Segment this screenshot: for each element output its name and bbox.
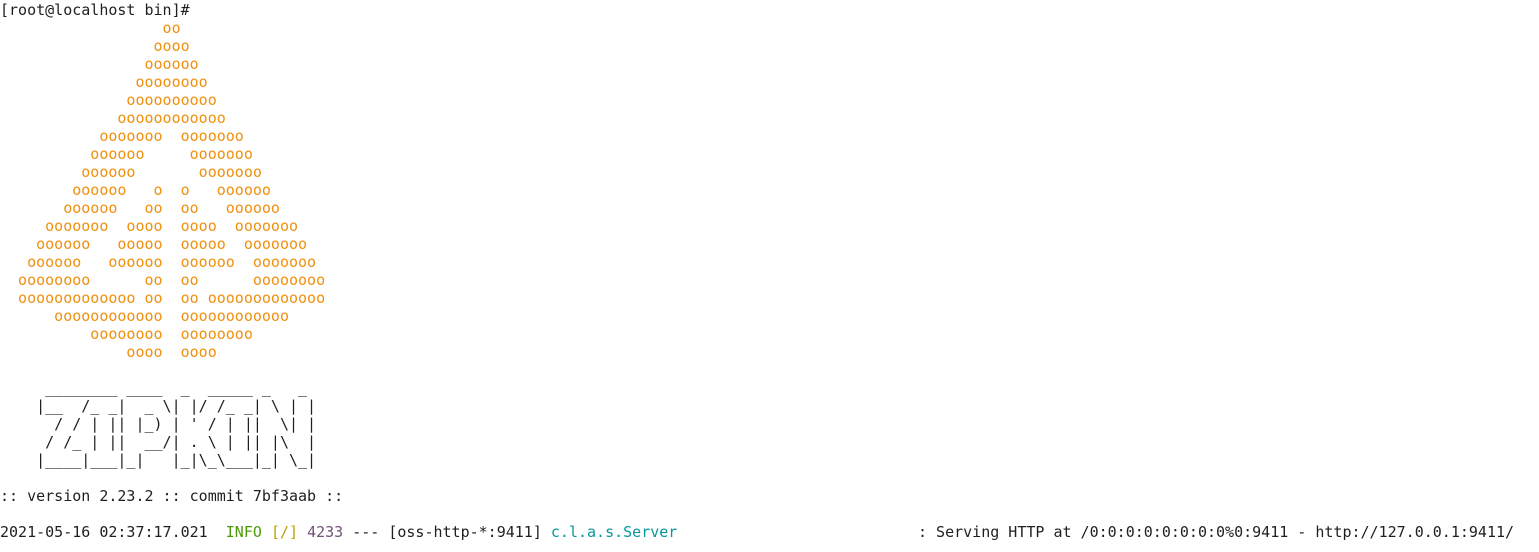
logo-art-line: oooooo <box>0 55 199 73</box>
banner-art-line: / /_ | || __/| . \ | || |\ | <box>0 433 317 451</box>
log-separator: --- <box>352 523 380 541</box>
logo-art-line: oooo <box>0 37 190 55</box>
banner-art-line: |__ /_ _| _ \| |/ /_ _| \ | | <box>0 397 317 415</box>
logo-art-line: oooooo o o oooooo <box>0 181 271 199</box>
logo-art-line: oooooo ooooooo <box>0 163 262 181</box>
logo-art-line: oooooooooooo <box>0 109 226 127</box>
banner-art-line: / / | || |_) | ' / | || \| | <box>0 415 317 433</box>
logo-art-line: oooooooo oooooooo <box>0 325 253 343</box>
log-thread: [oss-http-*:9411] <box>388 523 542 541</box>
logo-art-line: ooooooooooooo oo oo ooooooooooooo <box>0 289 326 307</box>
log-level: INFO <box>225 523 262 541</box>
logo-art-line: oooooooooo <box>0 91 217 109</box>
logo-art-line: oooooo oooooo oooooo ooooooo <box>0 253 317 271</box>
banner-art-line: ________ ____ _ _____ _ _ <box>0 379 308 397</box>
logo-art-line: ooooooo oooo oooo ooooooo <box>0 217 299 235</box>
logo-art-line: oooooo ooooooo <box>0 145 253 163</box>
logo-art-line: oo <box>0 19 181 37</box>
logo-art-line: ooooooo ooooooo <box>0 127 244 145</box>
logo-art-line: oooooo ooooo ooooo ooooooo <box>0 235 308 253</box>
log-thread-tag: [/] <box>270 523 299 541</box>
logo-art-line: oooo oooo <box>0 343 217 361</box>
terminal-window[interactable]: [root@localhost bin]# oo oooo oooooo ooo… <box>0 0 1539 552</box>
log-pid: 4233 <box>307 523 344 541</box>
log-line: 2021-05-16 02:37:17.021 INFO [/] 4233 --… <box>0 523 677 541</box>
log-logger: c.l.a.s.Server <box>550 523 678 541</box>
log-message: : Serving HTTP at /0:0:0:0:0:0:0:0%0:941… <box>918 523 1515 541</box>
logo-art-line: oooooooo oo oo oooooooo <box>0 271 326 289</box>
logo-art-line: oooooooooooo oooooooooooo <box>0 307 289 325</box>
logo-art-line: oooooo oo oo oooooo <box>0 199 280 217</box>
log-timestamp: 2021-05-16 02:37:17.021 <box>0 523 208 541</box>
version-line: :: version 2.23.2 :: commit 7bf3aab :: <box>0 487 344 505</box>
shell-prompt: [root@localhost bin]# <box>0 1 190 19</box>
banner-art-line: |____|___|_| |_|\_\___|_| \_| <box>0 451 317 469</box>
logo-art-line: oooooooo <box>0 73 208 91</box>
